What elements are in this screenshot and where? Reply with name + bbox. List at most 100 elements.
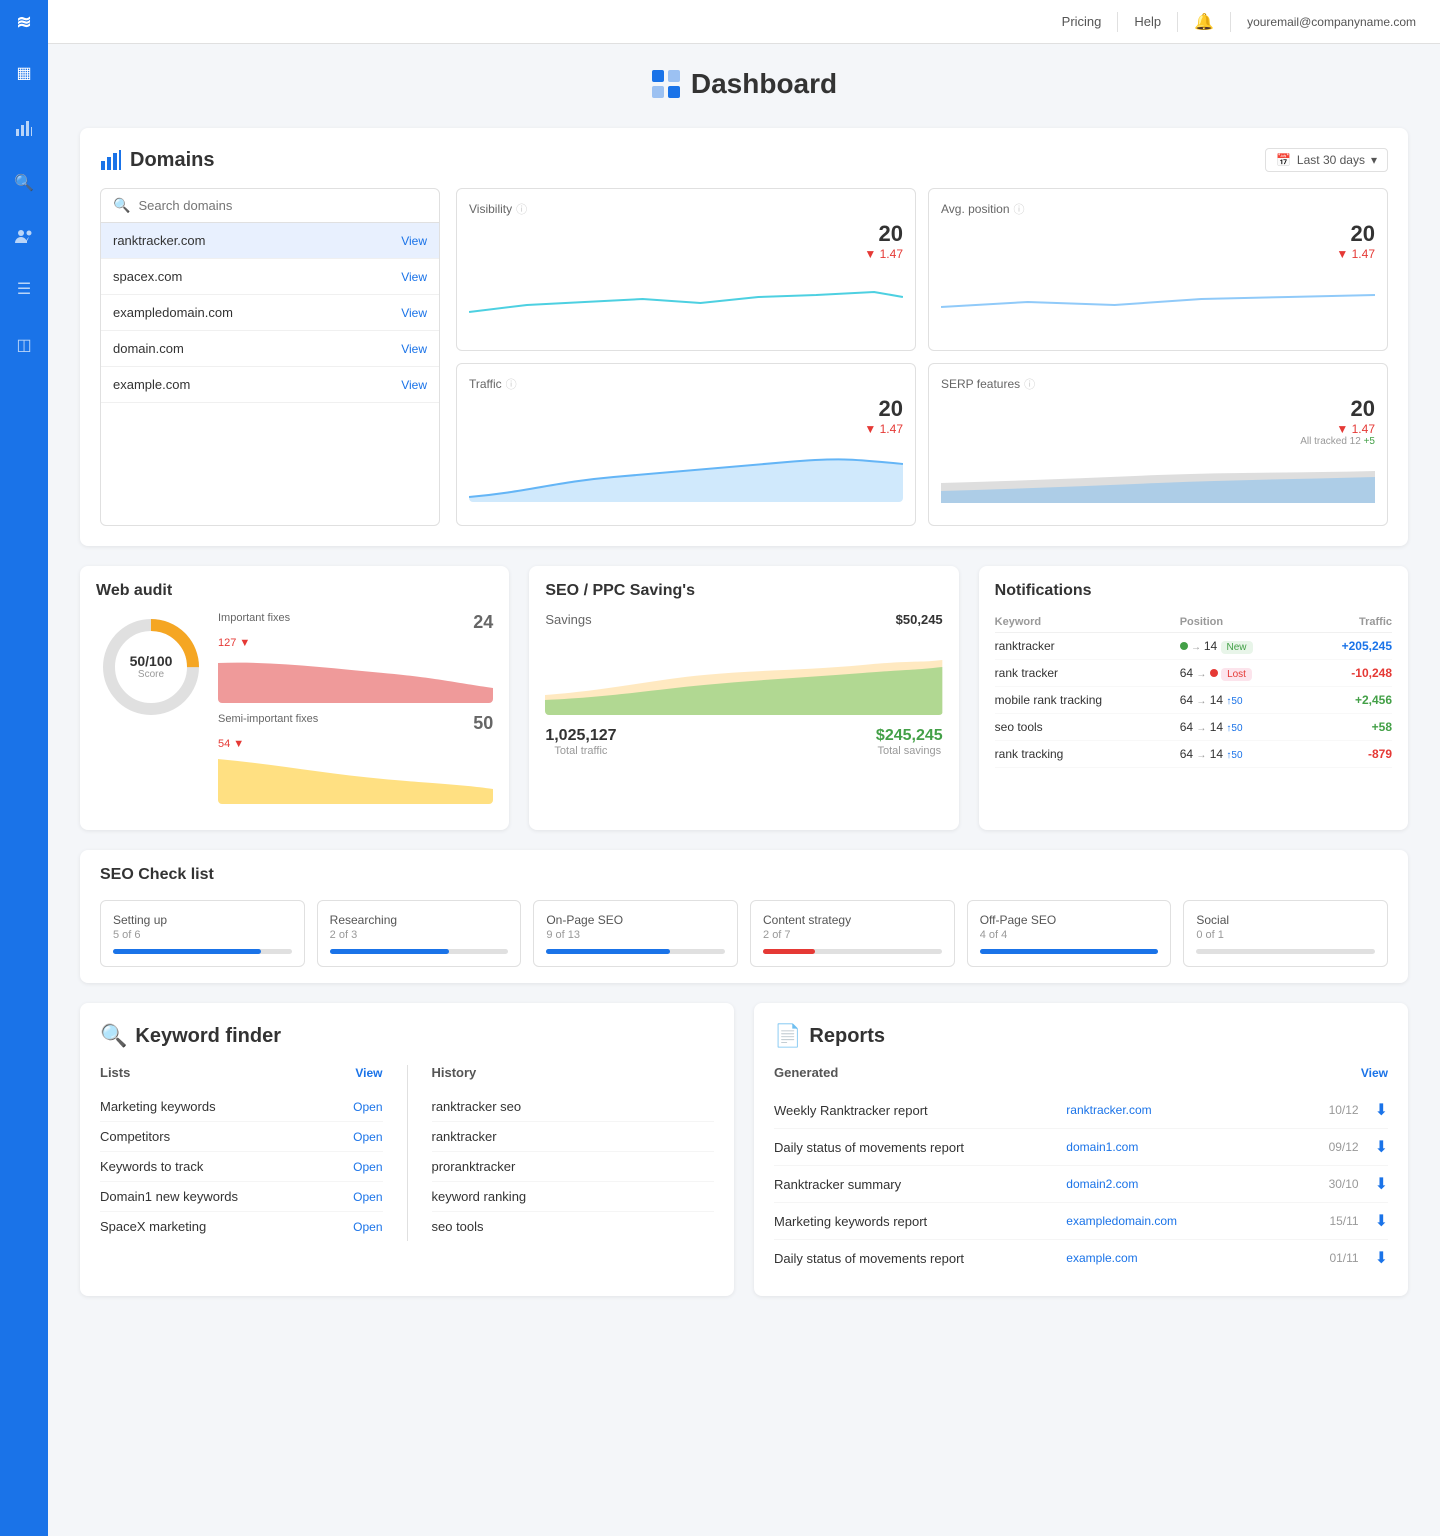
report-domain[interactable]: ranktracker.com — [1066, 1103, 1279, 1117]
metric-value: 20 — [941, 396, 1375, 422]
progress-bar-fill — [763, 949, 815, 954]
domain-name: example.com — [113, 377, 190, 392]
total-traffic-value: 1,025,127 — [545, 727, 616, 745]
sidebar-icon-dashboard[interactable]: ▦ — [10, 57, 37, 89]
report-date: 01/11 — [1288, 1251, 1359, 1265]
pos-dot-green — [1180, 642, 1188, 650]
kf-item-name: Keywords to track — [100, 1159, 203, 1174]
nav-divider — [1117, 12, 1118, 32]
domain-item-domain[interactable]: domain.com View — [101, 331, 439, 367]
kf-item-name: Domain1 new keywords — [100, 1189, 238, 1204]
sidebar-icon-users[interactable] — [9, 223, 39, 249]
progress-bar-wrap — [330, 949, 509, 954]
fix-label: Important fixes 24 — [218, 612, 493, 633]
checklist-item-content-strategy[interactable]: Content strategy 2 of 7 — [750, 900, 955, 967]
position-cell: 64 → 14 ↑50 — [1180, 687, 1305, 714]
report-domain[interactable]: domain2.com — [1066, 1177, 1279, 1191]
domain-item-example[interactable]: example.com View — [101, 367, 439, 403]
kf-lists-header: Lists View — [100, 1065, 383, 1080]
reports-view-link[interactable]: View — [1361, 1066, 1388, 1080]
reports-title: 📄 Reports — [774, 1023, 1388, 1049]
domain-view-link[interactable]: View — [401, 234, 427, 248]
domain-view-link[interactable]: View — [401, 342, 427, 356]
position-cell: 64 → 14 ↑50 — [1180, 741, 1305, 768]
kf-lists-view-link[interactable]: View — [355, 1066, 382, 1080]
report-name: Weekly Ranktracker report — [774, 1103, 1058, 1118]
fix-sub: 127 ▼ — [218, 637, 493, 649]
date-filter[interactable]: 📅 Last 30 days ▾ — [1265, 148, 1388, 172]
audit-fixes: Important fixes 24 127 ▼ — [218, 612, 493, 814]
sidebar-icon-list[interactable]: ☰ — [11, 273, 37, 305]
fix-chart — [218, 653, 493, 703]
keyword-cell: rank tracking — [995, 741, 1180, 768]
traffic-cell: +205,245 — [1305, 633, 1392, 660]
domain-view-link[interactable]: View — [401, 270, 427, 284]
sidebar-icon-search[interactable]: 🔍 — [8, 167, 40, 199]
dashboard-icon — [651, 69, 681, 99]
download-icon[interactable]: ⬇ — [1375, 1248, 1388, 1268]
metric-label: Traffic ⓘ — [469, 376, 903, 392]
traffic-cell: +2,456 — [1305, 687, 1392, 714]
metric-serp-features: SERP features ⓘ 20 ▼ 1.47 All tracked 12… — [928, 363, 1388, 526]
keyword-finder-section: 🔍 Keyword finder Lists View Marketing ke… — [80, 1003, 734, 1296]
download-icon[interactable]: ⬇ — [1375, 1137, 1388, 1157]
kf-open-link[interactable]: Open — [353, 1220, 382, 1234]
kf-divider — [407, 1065, 408, 1241]
arrow-icon: → — [1196, 669, 1206, 680]
report-domain[interactable]: example.com — [1066, 1251, 1279, 1265]
help-link[interactable]: Help — [1134, 14, 1161, 29]
badge-new: New — [1221, 641, 1253, 654]
kf-history-col: History ranktracker seo ranktracker pror… — [432, 1065, 715, 1241]
download-icon[interactable]: ⬇ — [1375, 1100, 1388, 1120]
generated-label: Generated — [774, 1065, 838, 1080]
kf-item-name: Competitors — [100, 1129, 170, 1144]
progress-bar-fill — [330, 949, 450, 954]
report-domain[interactable]: exampledomain.com — [1066, 1214, 1279, 1228]
checklist-item-progress: 2 of 3 — [330, 929, 509, 941]
total-traffic-stat: 1,025,127 Total traffic — [545, 727, 616, 757]
domain-item-spacex[interactable]: spacex.com View — [101, 259, 439, 295]
kf-open-link[interactable]: Open — [353, 1130, 382, 1144]
checklist-item-off-page-seo[interactable]: Off-Page SEO 4 of 4 — [967, 900, 1172, 967]
traffic-cell: -10,248 — [1305, 660, 1392, 687]
report-date: 15/11 — [1288, 1214, 1359, 1228]
checklist-item-progress: 0 of 1 — [1196, 929, 1375, 941]
checklist-title: SEO Check list — [100, 866, 1388, 884]
download-icon[interactable]: ⬇ — [1375, 1174, 1388, 1194]
sidebar-icon-reports[interactable]: ◫ — [10, 329, 37, 361]
report-row: Ranktracker summary domain2.com 30/10 ⬇ — [774, 1166, 1388, 1203]
total-savings-label: Total savings — [876, 745, 943, 757]
progress-bar-wrap — [980, 949, 1159, 954]
checklist-item-social[interactable]: Social 0 of 1 — [1183, 900, 1388, 967]
kf-history-item: proranktracker — [432, 1159, 516, 1174]
checklist-item-on-page-seo[interactable]: On-Page SEO 9 of 13 — [533, 900, 738, 967]
domain-item-ranktracker[interactable]: ranktracker.com View — [101, 223, 439, 259]
kf-inner: Lists View Marketing keywords Open Compe… — [100, 1065, 714, 1241]
domain-view-link[interactable]: View — [401, 378, 427, 392]
kf-open-link[interactable]: Open — [353, 1160, 382, 1174]
fix-row-important: Important fixes 24 127 ▼ — [218, 612, 493, 703]
list-item: Marketing keywords Open — [100, 1092, 383, 1122]
dashboard-header: Dashboard — [80, 68, 1408, 100]
kf-open-link[interactable]: Open — [353, 1100, 382, 1114]
reports-section: 📄 Reports Generated View Weekly Ranktrac… — [754, 1003, 1408, 1296]
domain-item-exampledomain[interactable]: exampledomain.com View — [101, 295, 439, 331]
checklist-item-progress: 9 of 13 — [546, 929, 725, 941]
kf-open-link[interactable]: Open — [353, 1190, 382, 1204]
score-value: 50/100 — [130, 653, 173, 670]
arrow-icon: → — [1196, 723, 1206, 734]
notification-bell-icon[interactable]: 🔔 — [1194, 12, 1214, 32]
report-domain[interactable]: domain1.com — [1066, 1140, 1279, 1154]
domain-search-input[interactable] — [138, 198, 427, 213]
download-icon[interactable]: ⬇ — [1375, 1211, 1388, 1231]
kf-item-name: Marketing keywords — [100, 1099, 216, 1114]
pricing-link[interactable]: Pricing — [1062, 14, 1102, 29]
checklist-item-setting-up[interactable]: Setting up 5 of 6 — [100, 900, 305, 967]
checklist-item-researching[interactable]: Researching 2 of 3 — [317, 900, 522, 967]
domains-title: Domains — [100, 149, 214, 172]
user-email[interactable]: youremail@companyname.com — [1247, 15, 1416, 29]
sidebar-icon-analytics[interactable] — [9, 113, 39, 143]
savings-label: Savings — [545, 612, 591, 627]
progress-bar-fill — [546, 949, 669, 954]
domain-view-link[interactable]: View — [401, 306, 427, 320]
